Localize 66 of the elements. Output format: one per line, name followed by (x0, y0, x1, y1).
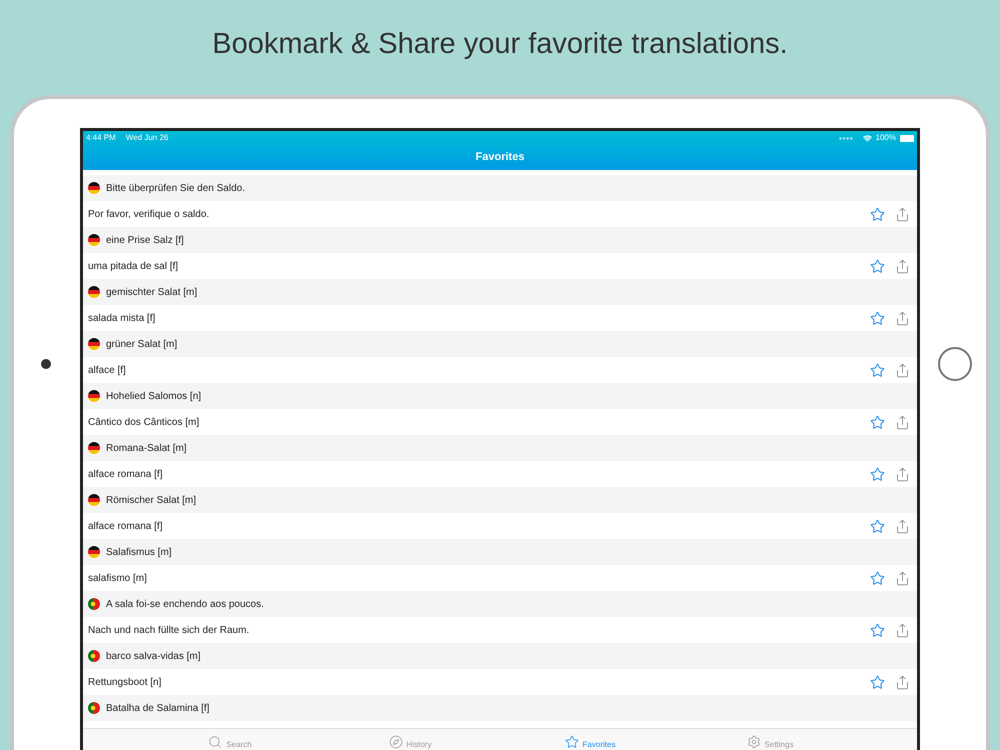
favorite-star-icon[interactable] (870, 206, 885, 222)
favorite-star-icon[interactable] (870, 258, 885, 274)
source-phrase: gemischter Salat [m] (106, 286, 198, 300)
translation-phrase: alface romana [f] (88, 520, 164, 534)
share-icon[interactable] (895, 674, 910, 690)
favorite-star-icon[interactable] (870, 466, 885, 482)
headline: Bookmark & Share your favorite translations. (212, 26, 788, 62)
favorite-star-icon[interactable] (870, 310, 885, 326)
share-icon[interactable] (895, 622, 910, 638)
battery-level: 100% (876, 132, 896, 144)
share-icon[interactable] (895, 258, 910, 274)
german-flag-icon (88, 494, 100, 506)
source-phrase: Römischer Salat [m] (106, 494, 196, 508)
source-phrase: Hohelied Salomos [n] (106, 390, 202, 404)
translation-phrase: Nach und nach füllte sich der Raum. (88, 624, 250, 638)
source-phrase: eine Prise Salz [f] (106, 234, 184, 248)
signal-icon (838, 136, 853, 140)
translation-phrase: salada mista [f] (88, 312, 156, 326)
share-icon[interactable] (895, 570, 910, 586)
german-flag-icon (88, 390, 100, 402)
share-icon[interactable] (895, 362, 910, 378)
source-phrase: barco salva-vidas [m] (106, 650, 200, 664)
favorite-star-icon[interactable] (870, 622, 885, 638)
favorite-star-icon[interactable] (870, 414, 885, 430)
favorite-star-icon[interactable] (870, 570, 885, 586)
german-flag-icon (88, 546, 100, 558)
source-phrase: grüner Salat [m] (106, 338, 178, 352)
camera-icon (41, 359, 51, 369)
source-phrase: Salafismus [m] (106, 546, 172, 560)
status-date: Wed Jun 26 (126, 132, 168, 144)
source-phrase: Bitte überprüfen Sie den Saldo. (106, 182, 245, 196)
share-icon[interactable] (895, 466, 910, 482)
battery-icon (900, 134, 914, 142)
wifi-icon (862, 134, 872, 142)
translation-phrase: salafismo [m] (88, 572, 148, 586)
compass-icon (388, 735, 403, 749)
german-flag-icon (88, 286, 100, 298)
share-icon[interactable] (895, 518, 910, 534)
translation-phrase: uma pitada de sal [f] (88, 260, 180, 274)
favorite-star-icon[interactable] (870, 674, 885, 690)
portuguese-flag-icon (88, 598, 100, 610)
german-flag-icon (88, 182, 100, 194)
share-icon[interactable] (895, 206, 910, 222)
german-flag-icon (88, 234, 100, 246)
source-phrase: Romana-Salat [m] (106, 442, 187, 456)
translation-phrase: alface romana [f] (88, 468, 164, 482)
share-icon[interactable] (895, 414, 910, 430)
favorite-star-icon[interactable] (870, 518, 885, 534)
portuguese-flag-icon (88, 702, 100, 714)
source-phrase: A sala foi-se enchendo aos poucos. (106, 598, 264, 612)
german-flag-icon (88, 338, 100, 350)
favorite-star-icon[interactable] (870, 362, 885, 378)
translation-phrase: Por favor, verifique o saldo. (88, 208, 210, 222)
star-icon (564, 735, 579, 749)
translation-phrase: Cântico dos Cânticos [m] (88, 416, 200, 430)
search-icon (208, 735, 222, 749)
settings-icon (746, 735, 761, 749)
german-flag-icon (88, 442, 100, 454)
portuguese-flag-icon (88, 650, 100, 662)
nav-title: Favorites (476, 150, 524, 166)
translation-phrase: Rettungsboot [n] (88, 676, 162, 690)
status-time: 4:44 PM (86, 132, 116, 144)
translation-phrase: alface [f] (88, 364, 127, 378)
share-icon[interactable] (895, 310, 910, 326)
source-phrase: Batalha de Salamina [f] (106, 702, 210, 716)
home-button[interactable] (938, 347, 972, 381)
